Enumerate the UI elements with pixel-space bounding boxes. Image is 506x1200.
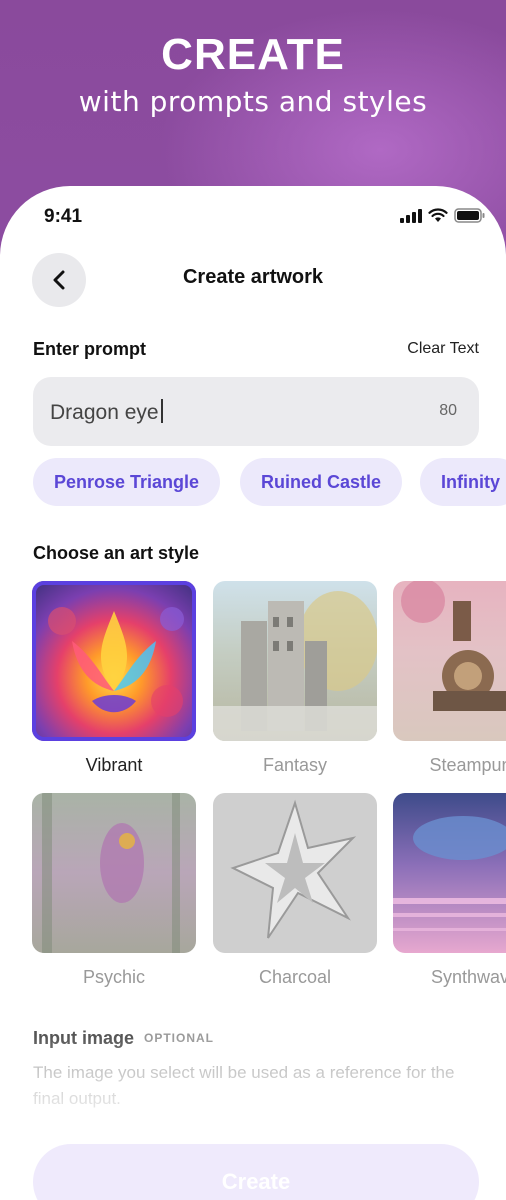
input-image-description: The image you select will be used as a r… (33, 1063, 455, 1108)
prompt-value: Dragon eye (50, 401, 159, 424)
style-card-charcoal[interactable]: Charcoal (213, 793, 377, 988)
create-button[interactable]: Create (33, 1144, 479, 1200)
signal-icon (400, 208, 422, 223)
style-thumbnail (32, 793, 196, 953)
steampunk-art (401, 581, 506, 711)
optional-tag: OPTIONAL (144, 1031, 215, 1045)
clear-text-button[interactable]: Clear Text (407, 340, 479, 358)
promo-banner: CREATE with prompts and styles (0, 0, 506, 200)
synthwave-art (393, 816, 506, 931)
page-title: Create artwork (182, 266, 324, 288)
input-image-label: Input image OPTIONAL (33, 1028, 214, 1049)
charcoal-art (230, 799, 357, 939)
style-name: Charcoal (258, 967, 332, 987)
status-time: 9:41 (44, 206, 83, 227)
phone-screen: 9:41 Create artwork Enter prompt Clear T… (0, 186, 506, 1200)
art-style-label: Choose an art style (33, 543, 200, 563)
text-caret (160, 399, 163, 423)
input-image-title: Input image (33, 1028, 135, 1048)
psychic-art (42, 793, 180, 953)
style-card-psychic[interactable]: Psychic (32, 793, 196, 988)
style-thumbnail (213, 581, 377, 741)
status-icons (400, 208, 486, 223)
style-name: Vibrant (85, 755, 143, 775)
style-card-fantasy[interactable]: Fantasy (213, 581, 377, 776)
style-thumbnail (393, 581, 506, 741)
prompt-label: Enter prompt (33, 339, 147, 359)
flower-art (48, 607, 184, 717)
suggestion-chip[interactable]: Ruined Castle (240, 458, 403, 506)
style-thumbnail (393, 793, 506, 953)
suggestion-chips: Penrose Triangle Ruined Castle Infinity (33, 458, 506, 506)
style-name: Steampunk (429, 755, 506, 775)
style-name: Synthwave (430, 967, 506, 987)
promo-title: CREATE (161, 30, 345, 79)
castle-art (213, 591, 377, 741)
battery-icon (454, 208, 485, 223)
prompt-input[interactable]: Dragon eye 80 (33, 377, 479, 446)
wifi-icon (428, 208, 448, 222)
art-style-grid: Vibrant Fantasy Steampu Psychic Charcoal… (32, 581, 506, 1001)
style-thumbnail (213, 793, 377, 953)
style-thumbnail (32, 581, 196, 741)
style-name: Fantasy (262, 755, 328, 775)
style-card-steampunk[interactable]: Steampunk (393, 581, 506, 776)
style-card-synthwave[interactable]: Synthwave (393, 793, 506, 988)
prompt-value-wrap: Dragon eye (50, 399, 163, 425)
char-count: 80 (439, 402, 457, 419)
style-name: Psychic (82, 967, 145, 987)
suggestion-chip[interactable]: Penrose Triangle (33, 458, 221, 506)
style-card-vibrant[interactable]: Vibrant (32, 581, 196, 776)
promo-subtitle: with prompts and styles (78, 85, 428, 118)
suggestion-chip[interactable]: Infinity (420, 458, 506, 506)
